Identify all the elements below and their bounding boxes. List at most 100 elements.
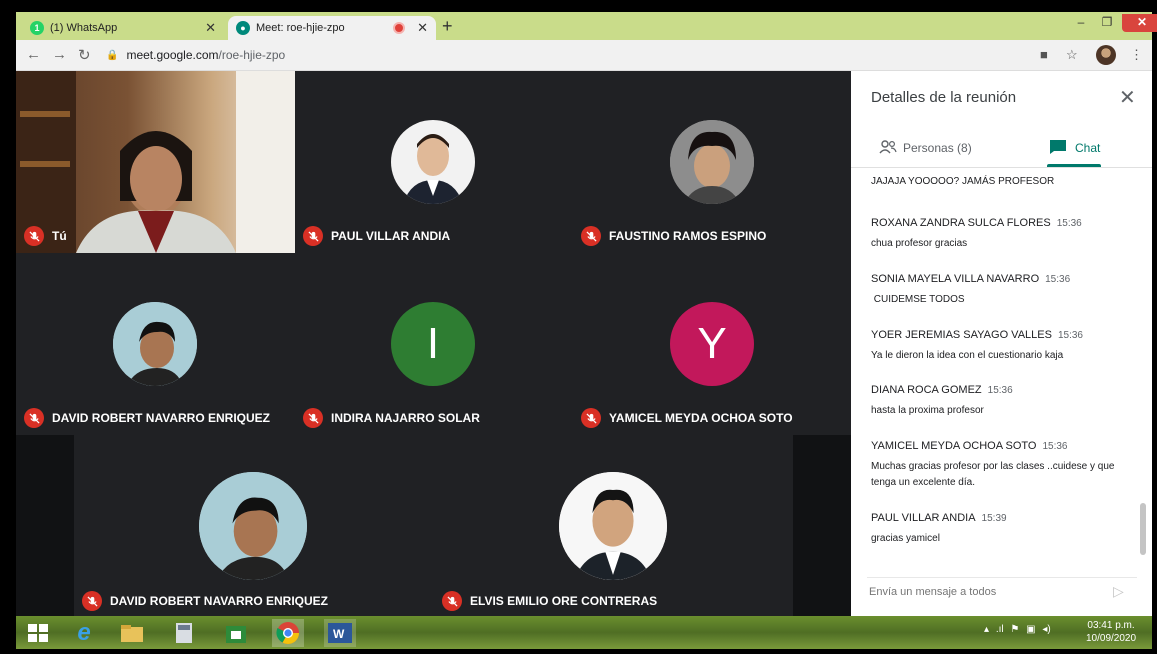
new-tab-button[interactable]: + <box>442 16 453 36</box>
svg-text:W: W <box>333 627 345 641</box>
url-field[interactable]: 🔒 meet.google.com/roe-hjie-zpo <box>106 44 1026 66</box>
divider <box>867 577 1137 578</box>
send-icon[interactable]: ▷ <box>1113 583 1124 600</box>
lock-icon: 🔒 <box>106 49 119 61</box>
chat-message: JAJAJA YOOOOO? JAMÁS PROFESOR <box>871 174 1133 190</box>
chat-message: ROXANA ZANDRA SULCA FLORES 15:36 chua pro… <box>871 213 1133 252</box>
empty-space <box>793 435 851 616</box>
tab-chat[interactable]: Chat <box>1049 131 1100 165</box>
menu-icon[interactable]: ⋮ <box>1130 47 1143 63</box>
chat-message: PAUL VILLAR ANDIA 15:39 gracias yamicel <box>871 508 1133 547</box>
mic-off-icon <box>303 408 323 428</box>
participant-tile[interactable]: I INDIRA NAJARRO SOLAR <box>295 253 573 435</box>
file-explorer-icon[interactable] <box>116 619 148 647</box>
meeting-details-panel: Detalles de la reunión ✕ Personas (8) Ch… <box>851 71 1152 616</box>
participant-name: INDIRA NAJARRO SOLAR <box>303 408 480 428</box>
close-tab-icon[interactable]: ✕ <box>205 20 216 36</box>
participant-tile[interactable]: Y YAMICEL MEYDA OCHOA SOTO <box>573 253 851 435</box>
windows-taskbar: e W ▴ .ıl ⚑ ▣ ◂) 03:41 p.m. 10/09/2020 <box>16 616 1152 649</box>
address-bar: ← → ↻ 🔒 meet.google.com/roe-hjie-zpo ■ ☆… <box>16 40 1152 71</box>
word-icon[interactable]: W <box>324 619 356 647</box>
chat-icon <box>1049 139 1067 158</box>
tab-people[interactable]: Personas (8) <box>879 131 972 165</box>
message-text: Muchas gracias profesor por las clases .… <box>871 461 1115 488</box>
people-icon <box>879 139 897 157</box>
store-icon[interactable] <box>220 619 252 647</box>
self-video: Tú <box>16 71 295 253</box>
participant-name: FAUSTINO RAMOS ESPINO <box>581 226 766 246</box>
message-time: 15:36 <box>987 385 1013 396</box>
message-time: 15:36 <box>1042 441 1068 452</box>
chat-message-input[interactable] <box>867 581 1101 603</box>
participant-name: YAMICEL MEYDA OCHOA SOTO <box>581 408 793 428</box>
participant-tile[interactable]: ELVIS EMILIO ORE CONTRERAS <box>434 435 793 616</box>
participant-name: DAVID ROBERT NAVARRO ENRIQUEZ <box>24 408 270 428</box>
chevron-up-icon[interactable]: ▴ <box>984 624 989 635</box>
participant-tile[interactable]: FAUSTINO RAMOS ESPINO <box>573 71 851 253</box>
chat-message: SONIA MAYELA VILLA NAVARRO 15:36 CUIDEMSE… <box>871 269 1133 308</box>
system-tray[interactable]: ▴ .ıl ⚑ ▣ ◂) <box>984 624 1051 635</box>
tab-title: (1) WhatsApp <box>50 22 118 34</box>
participant-avatar <box>670 120 754 204</box>
close-tab-icon[interactable]: ✕ <box>417 20 428 36</box>
url-path: /roe-hjie-zpo <box>218 48 286 62</box>
minimize-button[interactable]: – <box>1070 14 1092 32</box>
chat-scrollbar[interactable] <box>1140 503 1146 555</box>
message-time: 15:36 <box>1057 330 1083 341</box>
taskbar-clock[interactable]: 03:41 p.m. 10/09/2020 <box>1086 619 1136 645</box>
participant-tile[interactable]: DAVID ROBERT NAVARRO ENRIQUEZ <box>16 253 295 435</box>
chat-message: DIANA ROCA GOMEZ 15:36 hasta la proxima p… <box>871 380 1133 419</box>
message-time: 15:36 <box>1045 274 1071 285</box>
participant-name: ELVIS EMILIO ORE CONTRERAS <box>442 591 657 611</box>
profile-avatar[interactable] <box>1096 45 1116 65</box>
message-text: Ya le dieron la idea con el cuestionario… <box>871 350 1064 361</box>
star-icon[interactable]: ☆ <box>1066 47 1078 63</box>
mic-off-icon <box>442 591 462 611</box>
message-sender: YAMICEL MEYDA OCHOA SOTO <box>871 440 1037 452</box>
browser-tab-bar: 1 (1) WhatsApp ✕ ● Meet: roe-hjie-zpo ✕ … <box>16 12 1157 40</box>
mic-off-icon <box>24 408 44 428</box>
participant-tile[interactable]: DAVID ROBERT NAVARRO ENRIQUEZ <box>74 435 434 616</box>
camera-icon[interactable]: ■ <box>1040 47 1048 62</box>
clock-time: 03:41 p.m. <box>1087 620 1135 631</box>
participant-avatar <box>559 472 667 580</box>
message-sender: DIANA ROCA GOMEZ <box>871 384 982 396</box>
calculator-icon[interactable] <box>168 619 200 647</box>
tab-whatsapp[interactable]: 1 (1) WhatsApp ✕ <box>22 16 224 40</box>
panel-title: Detalles de la reunión <box>871 89 1017 106</box>
message-text: chua profesor gracias <box>871 238 968 249</box>
message-sender: ROXANA ZANDRA SULCA FLORES <box>871 217 1051 229</box>
mic-off-icon <box>82 591 102 611</box>
start-button[interactable] <box>22 619 54 647</box>
clock-date: 10/09/2020 <box>1086 633 1137 644</box>
message-text: gracias yamicel <box>871 533 940 544</box>
maximize-button[interactable]: ❐ <box>1096 14 1118 32</box>
reload-icon[interactable]: ↻ <box>78 46 91 64</box>
participant-tile[interactable]: PAUL VILLAR ANDIA <box>295 71 573 253</box>
screen: 1 (1) WhatsApp ✕ ● Meet: roe-hjie-zpo ✕ … <box>0 0 1157 654</box>
forward-icon[interactable]: → <box>52 46 67 63</box>
tab-meet[interactable]: ● Meet: roe-hjie-zpo ✕ <box>228 16 436 40</box>
close-panel-icon[interactable]: ✕ <box>1119 85 1136 110</box>
participant-name: PAUL VILLAR ANDIA <box>303 226 450 246</box>
mic-off-icon <box>581 408 601 428</box>
chrome-icon[interactable] <box>272 619 304 647</box>
participant-initial-avatar: I <box>391 302 475 386</box>
internet-explorer-icon[interactable]: e <box>68 619 100 647</box>
meet-icon: ● <box>236 21 250 35</box>
participant-initial-avatar: Y <box>670 302 754 386</box>
meeting-stage: Tú PAUL VILLAR ANDIA FAUSTINO RAMOS ESPI… <box>16 71 851 616</box>
close-window-button[interactable]: ✕ <box>1122 14 1157 32</box>
message-sender: YOER JEREMIAS SAYAGO VALLES <box>871 329 1052 341</box>
url-host: meet.google.com <box>126 48 219 62</box>
message-text: CUIDEMSE TODOS <box>871 294 965 305</box>
participant-name: DAVID ROBERT NAVARRO ENRIQUEZ <box>82 591 328 611</box>
participant-avatar <box>113 302 197 386</box>
windows-icon <box>28 624 48 642</box>
empty-space <box>16 435 74 616</box>
back-icon[interactable]: ← <box>26 46 41 63</box>
message-sender: SONIA MAYELA VILLA NAVARRO <box>871 273 1040 285</box>
message-time: 15:39 <box>981 513 1007 524</box>
recording-icon <box>393 22 406 34</box>
mic-off-icon <box>24 226 44 246</box>
